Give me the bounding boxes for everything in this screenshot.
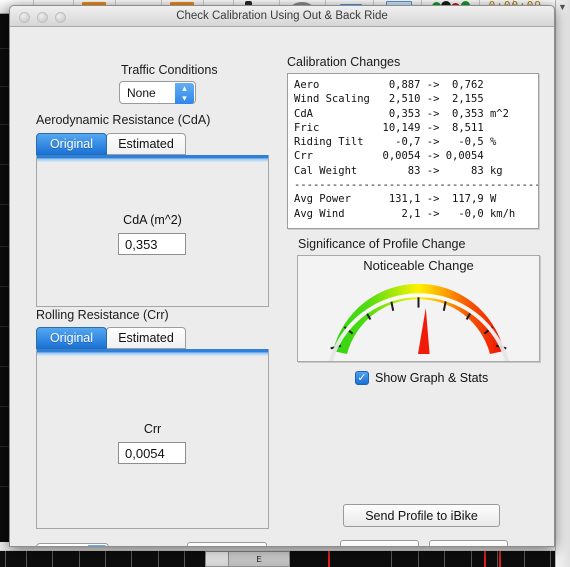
significance-gauge-panel: Noticeable Change <box>297 255 540 362</box>
crr-group-label: Rolling Resistance (Crr) <box>36 308 169 322</box>
show-graph-stats-label: Show Graph & Stats <box>375 371 489 385</box>
edit-route-button[interactable]: Edit Route <box>187 542 267 546</box>
dialog-title: Check Calibration Using Out & Back Ride <box>176 10 388 22</box>
tab-crr-original[interactable]: Original <box>36 327 107 349</box>
units-value: metric <box>44 544 77 546</box>
chevron-up-icon[interactable]: ▴ <box>88 545 107 546</box>
gauge-title: Noticeable Change <box>363 258 474 273</box>
cda-tabpane: CdA (m^2) 0,353 <box>36 155 269 307</box>
dialog-body: Traffic Conditions None ▴ ▾ Aerodynamic … <box>10 27 554 546</box>
accept-button[interactable]: Accept <box>340 540 419 546</box>
gauge-needle <box>418 308 430 354</box>
calibration-changes-text: Aero 0,887 -> 0,762 Wind Scaling 2,510 -… <box>294 79 539 220</box>
calibration-changes-label: Calibration Changes <box>287 55 401 69</box>
crr-value-input[interactable]: 0,0054 <box>118 442 186 464</box>
crr-tabrow: Original Estimated <box>36 327 269 349</box>
crr-field-caption: Crr <box>143 422 162 436</box>
cda-value-input[interactable]: 0,353 <box>118 233 186 255</box>
units-select[interactable]: metric ▴ ▾ <box>36 543 109 546</box>
vertical-scrollbar[interactable]: ▼ <box>555 0 570 567</box>
stepper-icon[interactable]: ▴ ▾ <box>88 545 107 546</box>
traffic-conditions-select[interactable]: None ▴ ▾ <box>119 81 196 104</box>
traffic-conditions-label: Traffic Conditions <box>121 63 218 77</box>
tab-cda-original[interactable]: Original <box>36 133 107 155</box>
cda-field-caption: CdA (m^2) <box>123 213 182 227</box>
stepper-icon[interactable]: ▴ ▾ <box>175 83 194 104</box>
significance-gauge <box>328 283 510 361</box>
timeline-scroll-thumb-inner[interactable]: E <box>228 551 290 567</box>
chevron-down-icon[interactable]: ▾ <box>175 93 194 103</box>
cda-tabrow: Original Estimated <box>36 133 269 155</box>
cda-tabgroup: Original Estimated CdA (m^2) 0,353 <box>36 133 269 307</box>
dialog-titlebar[interactable]: Check Calibration Using Out & Back Ride <box>10 6 554 27</box>
chevron-up-icon[interactable]: ▴ <box>175 83 194 93</box>
cancel-button[interactable]: Cancel <box>429 540 508 546</box>
checkbox-icon[interactable]: ✓ <box>355 371 369 385</box>
crr-tabpane-accent <box>37 349 268 356</box>
crr-tabgroup: Original Estimated Crr 0,0054 <box>36 327 269 529</box>
tab-crr-estimated[interactable]: Estimated <box>106 327 186 349</box>
show-graph-stats-row[interactable]: ✓ Show Graph & Stats <box>355 371 488 385</box>
calibration-changes-panel: Aero 0,887 -> 0,762 Wind Scaling 2,510 -… <box>287 73 539 229</box>
send-profile-button[interactable]: Send Profile to iBike <box>343 504 500 527</box>
significance-label: Significance of Profile Change <box>298 237 466 251</box>
cda-group-label: Aerodynamic Resistance (CdA) <box>36 113 211 127</box>
tab-cda-estimated[interactable]: Estimated <box>106 133 186 155</box>
check-calibration-dialog: Check Calibration Using Out & Back Ride … <box>9 5 555 547</box>
chevron-down-icon[interactable]: ▼ <box>556 1 569 14</box>
cda-tabpane-accent <box>37 155 268 162</box>
traffic-conditions-value: None <box>127 86 156 100</box>
background-timeline-ruler: E <box>0 550 570 567</box>
crr-tabpane: Crr 0,0054 <box>36 349 269 529</box>
